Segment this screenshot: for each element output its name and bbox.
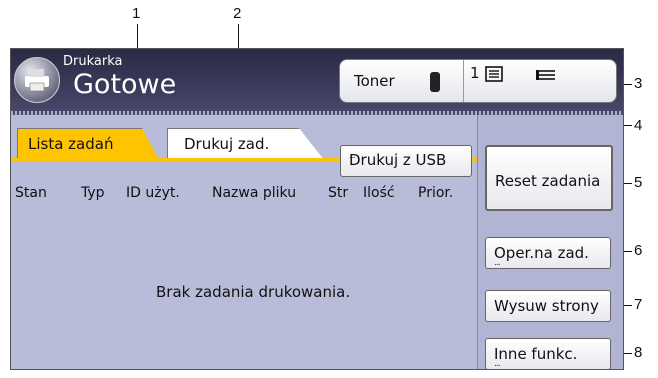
tab-job-list-label: Lista zadań [28,135,114,153]
reset-job-button[interactable]: Reset zadania [485,145,613,211]
print-from-usb-button[interactable]: Drukuj z USB ... [340,145,472,177]
status-label: Gotowe [73,69,177,100]
column-file-name: Nazwa pliku [212,185,297,201]
mode-label: Drukarka [63,54,123,69]
column-user-id: ID użyt. [126,185,180,201]
column-priority: Prior. [418,185,454,201]
toner-label: Toner [354,72,395,90]
tab-print-jobs-label: Drukuj zad. [184,135,270,153]
callout-5: 5 [634,174,643,191]
callout-8: 8 [634,344,643,361]
queue-icon [536,70,555,80]
printer-icon [14,57,60,103]
toner-status-button[interactable]: Toner 1 [339,59,617,103]
status-header: Drukarka Gotowe Toner 1 [11,49,623,115]
column-status: Stan [15,185,47,201]
callout-1: 1 [132,5,141,22]
callout-2: 2 [233,5,242,22]
eject-page-button[interactable]: Wysuw strony [485,290,611,322]
reset-job-label: Reset zadania [495,172,601,190]
more-indicator-icon: ... [349,151,356,161]
callout-4: 4 [634,117,643,134]
job-operations-button[interactable]: Oper.na zad. ... [485,237,611,269]
other-functions-button[interactable]: Inne funkc. ... [485,338,611,369]
toner-level-icon [430,72,440,92]
column-quantity: Ilość [363,185,395,201]
column-type: Typ [81,185,105,201]
tab-print-jobs[interactable]: Drukuj zad. [167,128,324,160]
divider [463,60,464,102]
more-indicator-icon: ... [494,258,501,268]
callout-6: 6 [634,242,643,259]
queue-count: 1 [470,64,480,82]
tab-job-list[interactable]: Lista zadań [17,128,159,160]
callout-3: 3 [634,75,643,92]
empty-job-message: Brak zadania drukowania. [156,283,351,301]
column-pages: Str [328,185,349,201]
eject-page-label: Wysuw strony [494,297,599,315]
job-list-icon [485,66,503,82]
more-indicator-icon: ... [494,359,501,369]
callout-7: 7 [634,296,643,313]
printer-panel: Drukarka Gotowe Toner 1 Lista zadań Druk… [10,48,624,370]
